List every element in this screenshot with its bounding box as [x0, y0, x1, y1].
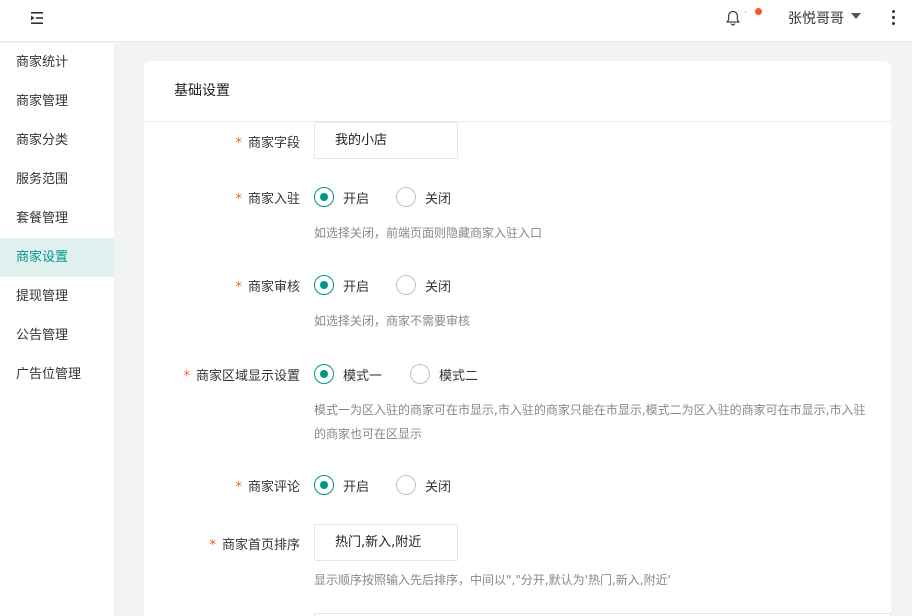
merchant-join-label: * 商家入驻 — [235, 192, 300, 207]
bell-separator: · — [744, 8, 748, 19]
notification-bell-icon[interactable] — [724, 9, 742, 27]
merchant-field-input[interactable]: 我的小店 — [314, 122, 458, 159]
home-sort-label: * 商家首页排序 — [209, 538, 300, 553]
radio-checked-icon — [314, 187, 334, 207]
merchant-review-label: * 商家审核 — [235, 280, 300, 295]
radio-unchecked-icon — [396, 187, 416, 207]
merchant-join-off-radio[interactable]: 关闭 — [396, 187, 451, 207]
top-bar: · 张悦哥哥 — [0, 0, 912, 42]
radio-checked-icon — [314, 275, 334, 295]
radio-checked-icon — [314, 364, 334, 384]
sidebar: 商家统计 商家管理 商家分类 服务范围 套餐管理 商家设置 提现管理 公告管理 … — [0, 43, 114, 616]
sidebar-item-merchant-category[interactable]: 商家分类 — [0, 121, 114, 160]
merchant-review-hint: 如选择关闭，商家不需要审核 — [314, 314, 471, 328]
card-title: 基础设置 — [144, 61, 891, 122]
radio-unchecked-icon — [396, 475, 416, 495]
menu-fold-icon[interactable] — [28, 9, 46, 27]
region-display-hint-line1: 模式一为区入驻的商家可在市显示,市入驻的商家只能在市显示,模式二为区入驻的商家可… — [314, 403, 866, 417]
region-mode-1-radio[interactable]: 模式一 — [314, 364, 382, 384]
merchant-join-on-radio[interactable]: 开启 — [314, 187, 369, 207]
home-sort-input[interactable]: 热门,新入,附近 — [314, 524, 458, 561]
sidebar-item-ad-manage[interactable]: 广告位管理 — [0, 355, 114, 394]
merchant-field-label: * 商家字段 — [235, 136, 300, 151]
more-vertical-icon[interactable] — [890, 10, 896, 26]
radio-unchecked-icon — [396, 275, 416, 295]
merchant-review-on-radio[interactable]: 开启 — [314, 275, 369, 295]
region-display-label: * 商家区域显示设置 — [183, 369, 300, 384]
sidebar-item-merchant-stats[interactable]: 商家统计 — [0, 43, 114, 82]
radio-unchecked-icon — [410, 364, 430, 384]
region-display-hint-line2: 的商家也可在区显示 — [314, 427, 423, 441]
sidebar-item-notice-manage[interactable]: 公告管理 — [0, 316, 114, 355]
user-name[interactable]: 张悦哥哥 — [788, 8, 844, 28]
merchant-comment-off-radio[interactable]: 关闭 — [396, 475, 451, 495]
radio-checked-icon — [314, 475, 334, 495]
merchant-comment-on-radio[interactable]: 开启 — [314, 475, 369, 495]
sidebar-item-merchant-manage[interactable]: 商家管理 — [0, 82, 114, 121]
notification-dot — [755, 8, 762, 15]
region-mode-2-radio[interactable]: 模式二 — [410, 364, 478, 384]
caret-down-icon[interactable] — [851, 13, 861, 19]
sidebar-item-merchant-settings[interactable]: 商家设置 — [0, 238, 114, 277]
sidebar-item-withdraw-manage[interactable]: 提现管理 — [0, 277, 114, 316]
sidebar-item-service-scope[interactable]: 服务范围 — [0, 160, 114, 199]
sidebar-item-package-manage[interactable]: 套餐管理 — [0, 199, 114, 238]
merchant-join-hint: 如选择关闭，前端页面则隐藏商家入驻入口 — [314, 226, 543, 240]
merchant-comment-label: * 商家评论 — [235, 480, 300, 495]
merchant-review-off-radio[interactable]: 关闭 — [396, 275, 451, 295]
home-sort-hint: 显示顺序按照输入先后排序，中间以","分开,默认为'热门,新入,附近' — [314, 573, 671, 587]
